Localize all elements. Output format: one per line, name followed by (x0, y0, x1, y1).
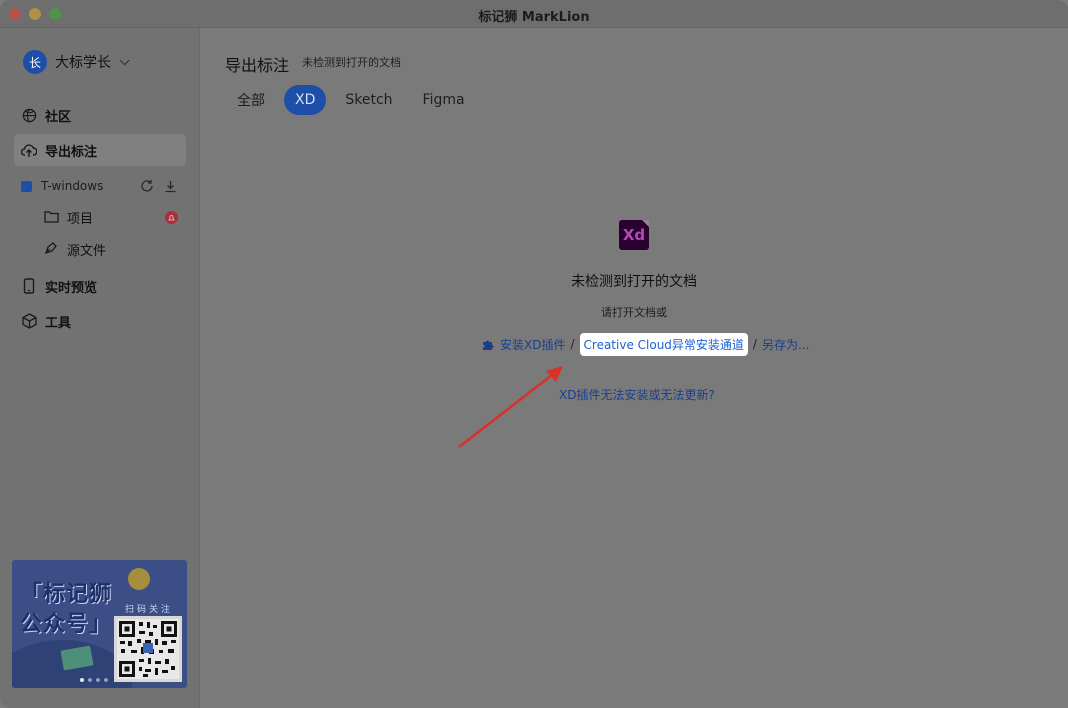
app-window: 标记狮 MarkLion 长 大标学长 社区 导出标注 T-windows 项目… (0, 0, 1068, 708)
annotation-arrow (458, 366, 563, 448)
